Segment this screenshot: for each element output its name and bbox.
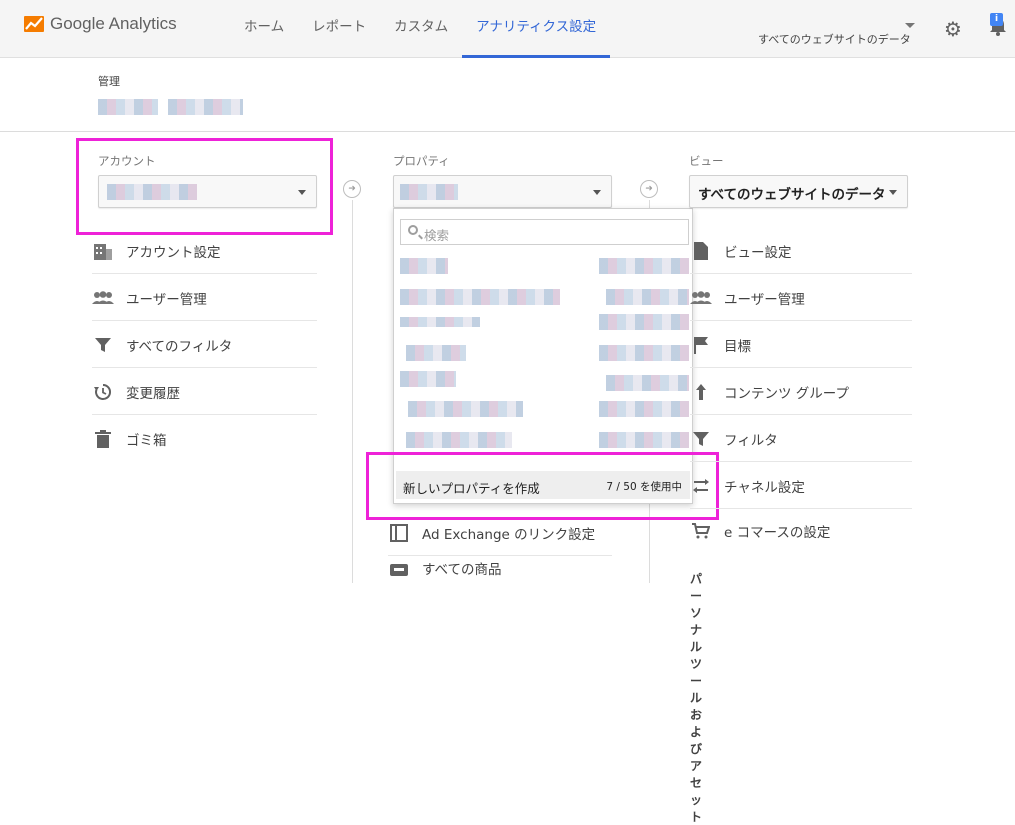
- filter-icon: [690, 428, 712, 450]
- scope-selector[interactable]: すべてのウェブサイトのデータ: [758, 31, 911, 47]
- menu-account-settings[interactable]: アカウント設定: [92, 228, 317, 274]
- app-name: Google Analytics: [50, 14, 177, 33]
- menu-all-products[interactable]: すべての商品: [388, 558, 612, 583]
- view-selector[interactable]: すべてのウェブサイトのデータ: [689, 175, 908, 208]
- menu-label: ユーザー管理: [724, 291, 805, 308]
- menu-channel-settings[interactable]: チャネル設定: [690, 463, 912, 509]
- menu-view-settings[interactable]: ビュー設定: [690, 228, 912, 274]
- property-option[interactable]: [394, 282, 692, 312]
- menu-label: コンテンツ グループ: [724, 385, 849, 402]
- nav-reports[interactable]: レポート: [298, 0, 380, 58]
- property-search-input[interactable]: 検索: [400, 219, 689, 245]
- analytics-logo-icon: [24, 14, 44, 34]
- divider: [0, 131, 1015, 132]
- building-icon: [92, 240, 114, 262]
- property-selector[interactable]: [393, 175, 612, 208]
- page-title: 管理: [98, 75, 120, 88]
- top-bar: Google Analytics ホーム レポート カスタム アナリティクス設定…: [0, 0, 1015, 58]
- property-option[interactable]: [394, 396, 692, 426]
- menu-label: 目標: [724, 338, 751, 355]
- menu-view-user-management[interactable]: ユーザー管理: [690, 275, 912, 321]
- gear-icon[interactable]: ⚙: [944, 17, 962, 41]
- history-icon: [92, 381, 114, 403]
- chevron-down-icon[interactable]: [905, 23, 915, 28]
- menu-goals[interactable]: 目標: [690, 322, 912, 368]
- chevron-down-icon: [593, 190, 601, 195]
- menu-label: e コマースの設定: [724, 525, 831, 541]
- nav-custom[interactable]: カスタム: [380, 0, 462, 58]
- menu-view-filters[interactable]: フィルタ: [690, 416, 912, 462]
- people-icon: [690, 287, 712, 309]
- view-selected-value: すべてのウェブサイトのデータ: [698, 187, 886, 203]
- nav-home[interactable]: ホーム: [230, 0, 298, 58]
- menu-label: ユーザー管理: [126, 291, 207, 308]
- nav-admin[interactable]: アナリティクス設定: [462, 0, 611, 58]
- property-option[interactable]: [394, 251, 692, 281]
- search-placeholder: 検索: [424, 228, 450, 243]
- property-option[interactable]: [394, 339, 692, 369]
- people-icon: [92, 287, 114, 309]
- filter-icon: [92, 334, 114, 356]
- document-icon: [690, 240, 712, 262]
- view-column-label: ビュー: [689, 154, 724, 168]
- search-icon: [408, 225, 418, 235]
- menu-label: すべてのフィルタ: [126, 338, 233, 355]
- channel-icon: [690, 475, 712, 497]
- link-icon: [388, 558, 410, 580]
- property-option[interactable]: [394, 369, 692, 399]
- section-heading: パーソナルツールおよびアセット: [690, 572, 703, 824]
- menu-label: ビュー設定: [724, 244, 792, 261]
- menu-user-management[interactable]: ユーザー管理: [92, 275, 317, 321]
- main-nav: ホーム レポート カスタム アナリティクス設定: [230, 0, 611, 58]
- notification-badge: i: [990, 13, 1003, 26]
- menu-label: 変更履歴: [126, 385, 180, 402]
- menu-all-filters[interactable]: すべてのフィルタ: [92, 322, 317, 368]
- menu-label: すべての商品: [422, 562, 502, 578]
- menu-label: チャネル設定: [724, 479, 805, 496]
- tool-icon: [690, 381, 712, 403]
- flag-icon: [690, 334, 712, 356]
- cart-icon: [690, 520, 712, 542]
- account-name-redacted: [98, 95, 243, 119]
- menu-change-history[interactable]: 変更履歴: [92, 369, 317, 415]
- menu-label: フィルタ: [724, 432, 778, 449]
- menu-ecommerce-settings[interactable]: e コマースの設定: [690, 508, 912, 554]
- arrow-right-icon: ➜: [343, 180, 361, 198]
- property-option[interactable]: [394, 310, 692, 340]
- highlight-box-account: [76, 138, 333, 235]
- menu-content-groups[interactable]: コンテンツ グループ: [690, 369, 912, 415]
- trash-icon: [92, 428, 114, 450]
- highlight-box-create: [366, 452, 719, 520]
- menu-trash[interactable]: ゴミ箱: [92, 416, 317, 462]
- square-icon: [388, 522, 410, 544]
- menu-label: ゴミ箱: [126, 433, 167, 449]
- menu-label: アカウント設定: [126, 244, 221, 261]
- chevron-down-icon: [889, 190, 897, 195]
- arrow-right-icon: ➜: [640, 180, 658, 198]
- menu-label: Ad Exchange のリンク設定: [422, 526, 596, 543]
- property-column-label: プロパティ: [393, 154, 450, 168]
- app-logo[interactable]: Google Analytics: [24, 14, 177, 34]
- column-divider: [352, 200, 353, 583]
